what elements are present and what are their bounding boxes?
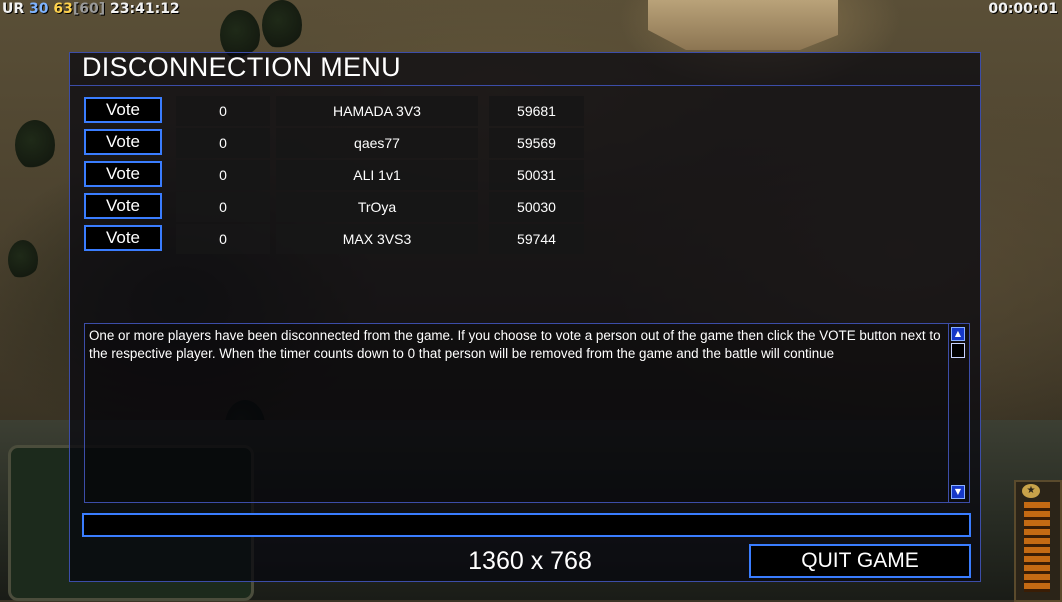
player-name: HAMADA 3V3: [276, 96, 478, 126]
triangle-down-icon: ▼: [954, 487, 962, 496]
tree: [15, 120, 55, 170]
stat-value-2: 63: [53, 1, 73, 17]
message-scrollbar[interactable]: ▲ ▼: [948, 324, 969, 502]
player-id: 59681: [489, 96, 584, 126]
vote-button[interactable]: Vote: [84, 129, 162, 155]
dialog-title: DISCONNECTION MENU: [82, 52, 401, 82]
vote-count: 0: [176, 192, 270, 222]
player-name: MAX 3VS3: [276, 224, 478, 254]
scroll-down-button[interactable]: ▼: [951, 485, 965, 499]
vote-count: 0: [176, 128, 270, 158]
vote-count: 0: [176, 160, 270, 190]
tree: [8, 240, 38, 280]
power-meter: ★: [1014, 480, 1062, 602]
scroll-up-button[interactable]: ▲: [951, 327, 965, 341]
player-id: 59569: [489, 128, 584, 158]
message-box: One or more players have been disconnect…: [84, 323, 970, 503]
chat-input[interactable]: [82, 513, 971, 537]
triangle-up-icon: ▲: [954, 329, 962, 338]
system-clock: 23:41:12: [110, 1, 180, 17]
player-id: 50030: [489, 192, 584, 222]
player-stats-readout: UR 30 63[60] 23:41:12: [2, 1, 180, 17]
player-name: ALI 1v1: [276, 160, 478, 190]
stat-value-3: [60]: [72, 1, 106, 17]
title-divider: [70, 85, 980, 86]
resolution-label: 1360 x 768: [468, 547, 592, 575]
player-name: TrOya: [276, 192, 478, 222]
game-timer: 00:00:01: [988, 1, 1058, 17]
player-id: 50031: [489, 160, 584, 190]
vote-button[interactable]: Vote: [84, 97, 162, 123]
disconnect-message: One or more players have been disconnect…: [89, 328, 941, 361]
vote-button[interactable]: Vote: [84, 193, 162, 219]
desert-building: [648, 0, 838, 50]
stats-prefix: UR: [2, 1, 25, 17]
player-id: 59744: [489, 224, 584, 254]
vote-count: 0: [176, 96, 270, 126]
tree: [262, 0, 302, 50]
vote-button[interactable]: Vote: [84, 161, 162, 187]
power-meter-bars: [1024, 502, 1050, 592]
scroll-thumb[interactable]: [951, 343, 965, 358]
player-name: qaes77: [276, 128, 478, 158]
disconnection-dialog: DISCONNECTION MENU Vote 0 HAMADA 3V3 596…: [69, 52, 981, 582]
quit-game-button[interactable]: QUIT GAME: [749, 544, 971, 578]
vote-button[interactable]: Vote: [84, 225, 162, 251]
star-icon: ★: [1022, 484, 1040, 498]
stat-value-1: 30: [29, 1, 49, 17]
vote-count: 0: [176, 224, 270, 254]
